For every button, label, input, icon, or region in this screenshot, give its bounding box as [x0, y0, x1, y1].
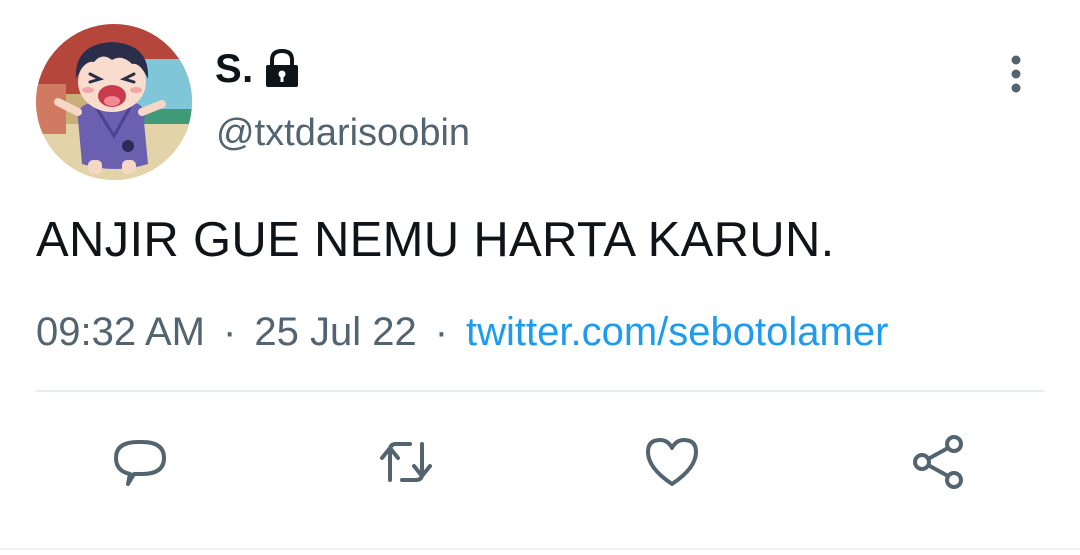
author-display-name[interactable]: S.: [215, 47, 254, 92]
more-options-button[interactable]: [996, 52, 1036, 96]
tweet-date[interactable]: 25 Jul 22: [254, 310, 416, 355]
avatar[interactable]: [36, 24, 192, 180]
bottom-border: [0, 548, 1080, 550]
more-vertical-icon: [1011, 55, 1021, 93]
share-button[interactable]: [908, 432, 968, 492]
author-name-row[interactable]: S.: [215, 44, 304, 94]
avatar-image: [36, 24, 192, 180]
retweet-button[interactable]: [376, 432, 436, 492]
share-icon: [913, 435, 963, 489]
like-button[interactable]: [642, 432, 702, 492]
divider: [36, 390, 1044, 392]
heart-icon: [646, 438, 698, 486]
tweet-meta: 09:32 AM · 25 Jul 22 · twitter.com/sebot…: [36, 310, 888, 355]
author-handle[interactable]: @txtdarisoobin: [216, 112, 470, 155]
retweet-icon: [380, 442, 432, 482]
meta-separator: ·: [223, 310, 237, 354]
reply-button[interactable]: [110, 432, 170, 492]
source-link[interactable]: twitter.com/sebotolamer: [466, 310, 888, 355]
lock-icon: [260, 47, 304, 91]
tweet-time[interactable]: 09:32 AM: [36, 310, 205, 355]
tweet-card: S. @txtdarisoobin ANJIR GUE NEMU HARTA K…: [0, 0, 1080, 555]
reply-icon: [114, 440, 166, 486]
tweet-text: ANJIR GUE NEMU HARTA KARUN.: [36, 213, 835, 267]
meta-separator: ·: [434, 310, 449, 354]
